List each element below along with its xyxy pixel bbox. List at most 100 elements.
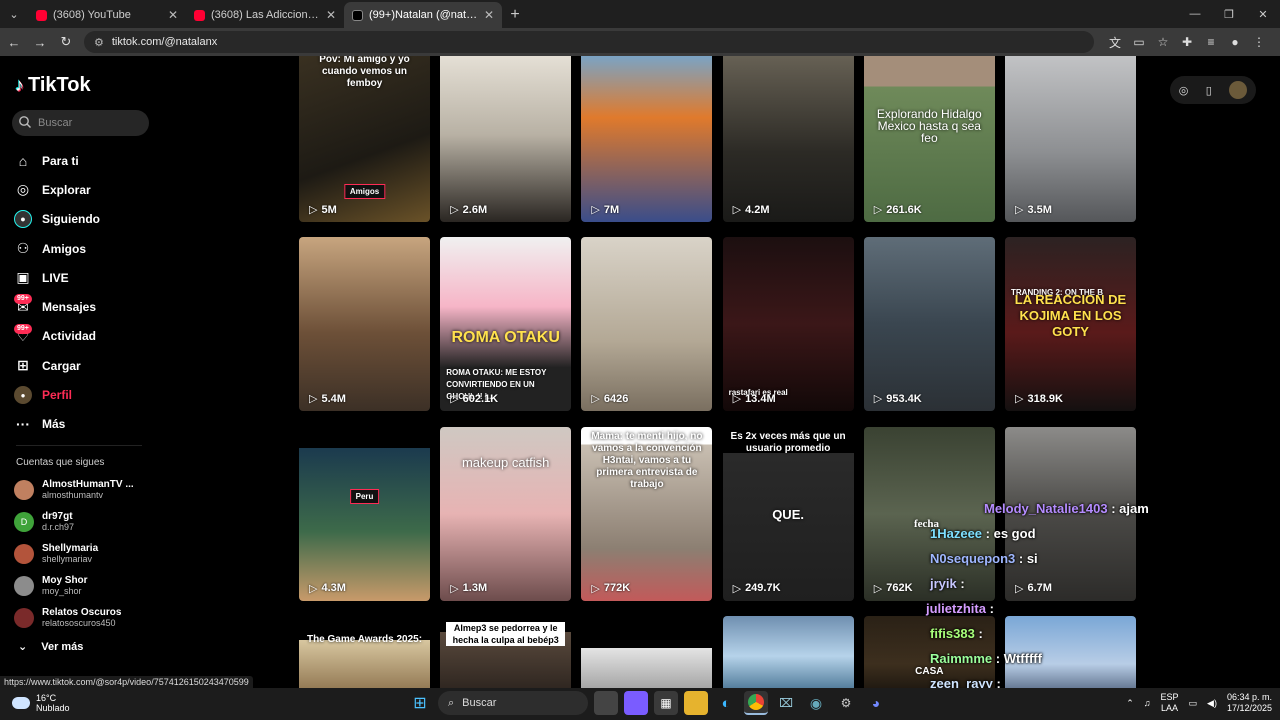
store-icon[interactable]: ▦ — [654, 691, 678, 715]
chrome-icon[interactable] — [744, 691, 768, 715]
close-tab-icon[interactable]: ✕ — [484, 8, 494, 22]
video-overlay-text: ROMA OTAKU — [451, 329, 560, 347]
tab-search-icon[interactable]: ⌄ — [0, 0, 28, 28]
sidebar-item-mensajes[interactable]: ✉ 99+ Mensajes — [14, 292, 154, 321]
compass-icon[interactable]: ◎ — [1179, 84, 1189, 97]
video-card[interactable]: Almep3 se pedorrea y le hecha la culpa a… — [440, 615, 572, 688]
video-card[interactable]: ▷ 3.5M — [1005, 56, 1136, 222]
copilot-icon[interactable] — [624, 691, 648, 715]
sidebar-item-label: Perfil — [42, 388, 73, 403]
video-card[interactable]: Es 2x veces más que un usuario promedio Q… — [722, 426, 854, 601]
top-actions: ◎ ▯ — [1170, 76, 1256, 104]
settings-icon[interactable]: ⚙ — [834, 691, 858, 715]
date: 17/12/2025 — [1226, 703, 1272, 713]
terminal-icon[interactable]: ⌧ — [774, 691, 798, 715]
sidebar-item-live[interactable]: ▣ LIVE — [14, 263, 154, 292]
video-card[interactable]: makeup catfish ▷ 1.3M — [440, 426, 572, 601]
following-item[interactable]: Relatos Oscuros relatososcuros450 — [14, 602, 154, 634]
steam-icon[interactable]: ◉ — [804, 691, 828, 715]
file-explorer-icon[interactable] — [684, 691, 708, 715]
video-card[interactable]: The Game Awards 2025: — [299, 615, 430, 688]
following-item[interactable]: AlmostHumanTV ... almosthumantv — [14, 474, 154, 506]
close-tab-icon[interactable]: ✕ — [326, 8, 336, 22]
weather-widget[interactable]: 16°C Nublado — [12, 693, 70, 713]
phone-icon[interactable]: ▯ — [1206, 84, 1212, 97]
cast-icon[interactable]: ▭ — [1128, 31, 1150, 53]
tab-youtube[interactable]: (3608) YouTube ✕ — [28, 2, 186, 28]
video-card[interactable]: Peru ▷ 4.3M — [299, 426, 430, 601]
video-tag: Peru — [349, 488, 380, 504]
close-tab-icon[interactable]: ✕ — [168, 8, 178, 22]
sidebar-item-actividad[interactable]: ♡ 99+ Actividad — [14, 322, 154, 351]
avatar[interactable] — [1229, 81, 1248, 99]
view-count: ▷ 13.4M — [733, 392, 776, 406]
sidebar-item-perfil[interactable]: ● Perfil — [14, 380, 154, 409]
video-card[interactable]: ▷ 4.2M — [722, 56, 854, 222]
play-icon: ▷ — [873, 393, 883, 406]
video-card[interactable]: Pov: Mi amigo y yo cuando vemos un fembo… — [299, 56, 430, 222]
chevron-up-icon[interactable]: ⌃ — [1126, 698, 1134, 709]
search-input[interactable]: Buscar — [12, 110, 149, 136]
upload-icon: ⊞ — [17, 357, 29, 374]
menu-dots-icon[interactable]: ⋮ — [1248, 31, 1270, 53]
clock[interactable]: 06:34 p. m. 17/12/2025 — [1227, 692, 1272, 714]
tiktok-note-icon: ♪ — [15, 75, 24, 95]
video-card[interactable]: ▷ 7M — [581, 56, 713, 222]
taskbar-search[interactable]: ⌕ Buscar — [438, 691, 588, 715]
restore-icon[interactable]: ❐ — [1212, 0, 1246, 28]
video-card[interactable]: ROMA OTAKU: ME ESTOY CONVIRTIENDO EN UN … — [440, 237, 572, 412]
view-count-value: 762K — [886, 582, 913, 595]
sidebar-item-amigos[interactable]: ⚇ Amigos — [14, 234, 154, 263]
close-window-icon[interactable]: ✕ — [1246, 0, 1280, 28]
extensions-icon[interactable]: ✚ — [1176, 31, 1198, 53]
profile-avatar-icon[interactable]: ● — [1224, 31, 1246, 53]
translate-icon[interactable]: 文 — [1104, 31, 1126, 53]
network-icon[interactable]: ▭ — [1189, 698, 1198, 709]
video-tag: Amigos — [343, 184, 386, 199]
sidebar-item-mas[interactable]: ··· Más — [14, 410, 154, 439]
language-indicator[interactable]: ESP LAA — [1161, 692, 1179, 714]
view-count: ▷ 249.7K — [733, 582, 781, 595]
chat-text: : — [989, 601, 994, 616]
video-card[interactable]: ▷ 6426 — [581, 237, 713, 412]
tab-tiktok[interactable]: (99+)Natalan (@natalanx) | TikTok ✕ — [344, 2, 502, 28]
video-card[interactable]: Mama: te menti hijo, no vamos a la conve… — [581, 426, 713, 601]
video-card[interactable] — [722, 615, 854, 688]
video-card[interactable] — [581, 615, 713, 688]
activity-badge: 99+ — [14, 323, 32, 334]
following-item[interactable]: Shellymaria shellymariav — [14, 538, 154, 570]
video-card[interactable]: rastafari es real ▷ 13.4M — [722, 237, 854, 412]
see-more-button[interactable]: ⌄ Ver más — [18, 640, 83, 654]
windows-start-icon[interactable]: ⊞ — [408, 691, 432, 715]
sidebar-item-cargar[interactable]: ⊞ Cargar — [14, 351, 154, 380]
reload-icon[interactable]: ↻ — [54, 30, 78, 54]
sidebar-item-para-ti[interactable]: ⌂ Para ti — [14, 146, 154, 175]
edge-icon[interactable]: ◐ — [714, 691, 738, 715]
tab-youtube-video[interactable]: (3608) Las Adicciones más Perturbadoras … — [186, 2, 344, 28]
microphone-icon[interactable]: ♫ — [1144, 698, 1151, 708]
video-card[interactable]: ▷ 5.4M — [299, 237, 430, 412]
task-view-icon[interactable] — [594, 691, 618, 715]
view-count-value: 953.4K — [886, 392, 922, 405]
tiktok-logo[interactable]: ♪ TikTok — [15, 74, 91, 97]
sidebar-item-explorar[interactable]: ◎ Explorar — [14, 175, 154, 204]
media-icon[interactable]: ≡ — [1200, 31, 1222, 53]
site-info-icon[interactable]: ⚙ — [94, 36, 104, 49]
bookmark-star-icon[interactable]: ☆ — [1152, 31, 1174, 53]
chat-username: julietzhita — [926, 601, 986, 616]
video-card[interactable]: ▷ 953.4K — [863, 237, 995, 412]
forward-icon[interactable]: → — [28, 30, 52, 54]
video-card[interactable]: ▷ 2.6M — [440, 56, 572, 222]
back-icon[interactable]: ← — [2, 30, 26, 54]
address-bar[interactable]: ⚙ tiktok.com/@natalanx — [84, 31, 1094, 53]
following-item[interactable]: Moy Shor moy_shor — [14, 570, 154, 602]
discord-icon[interactable]: ◕ — [864, 691, 888, 715]
sidebar-item-siguiendo[interactable]: ● Siguiendo — [14, 205, 154, 234]
volume-icon[interactable]: ◀) — [1207, 698, 1217, 709]
following-item[interactable]: Ddr97gt d.r.ch97 — [14, 506, 154, 538]
friends-icon: ⚇ — [16, 240, 30, 257]
minimize-icon[interactable]: — — [1178, 0, 1212, 28]
video-card[interactable]: Explorando Hidalgo Mexico hasta q sea fe… — [863, 56, 995, 222]
video-card[interactable]: TRANDING 2: ON THE B LA REACCION DE KOJIM… — [1005, 237, 1136, 412]
new-tab-button[interactable]: + — [502, 2, 528, 28]
